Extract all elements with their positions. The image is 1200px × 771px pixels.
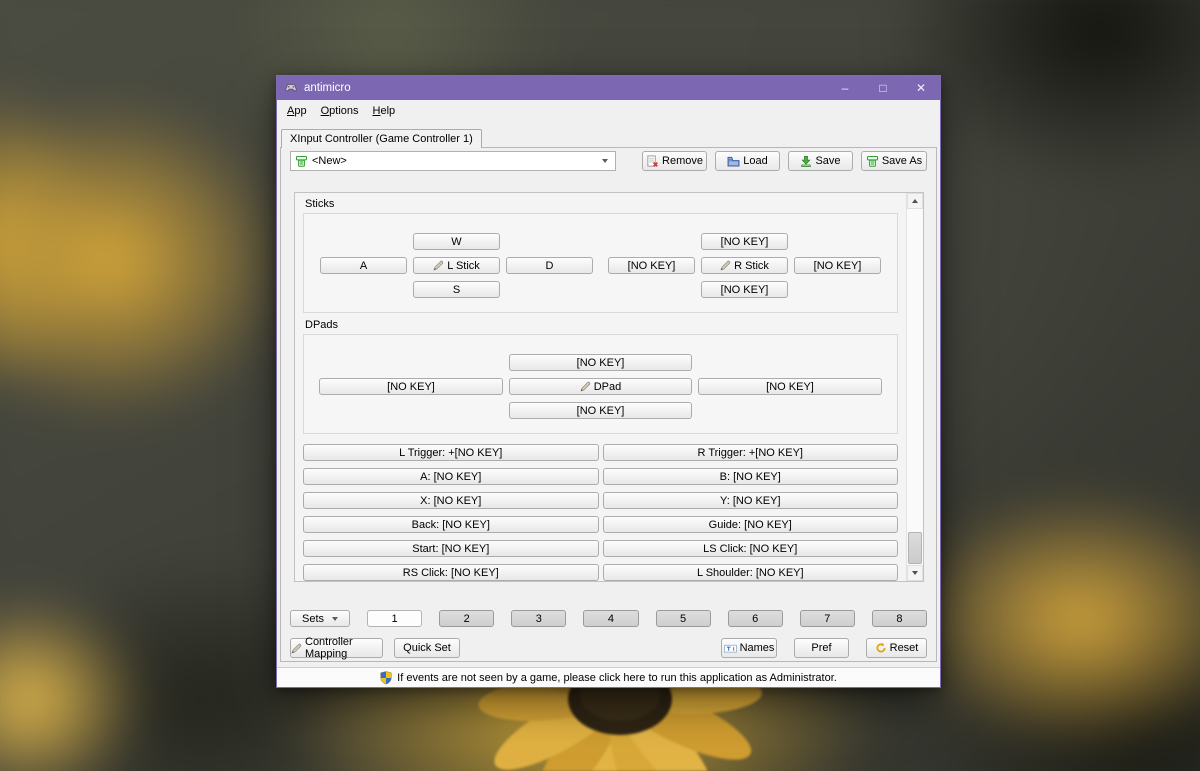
profile-combobox[interactable]: <New> (290, 151, 616, 171)
save-button[interactable]: Save (788, 151, 853, 171)
profile-selected-value: <New> (312, 155, 347, 167)
titlebar: antimicro – □ ✕ (277, 76, 940, 100)
save-as-button[interactable]: Save As (861, 151, 927, 171)
left-stick-button[interactable]: L Stick (413, 257, 500, 274)
mapping-rs-click-button[interactable]: RS Click: [NO KEY] (303, 564, 599, 581)
set-5-button[interactable]: 5 (656, 610, 711, 627)
scroll-down-button[interactable] (907, 565, 923, 581)
edit-pencil-icon (580, 381, 591, 392)
mapping-l-shoulder-button[interactable]: L Shoulder: [NO KEY] (603, 564, 899, 581)
edit-pencil-icon (720, 260, 731, 271)
statusbar-text: If events are not seen by a game, please… (397, 672, 837, 684)
names-text-field-icon (724, 643, 737, 654)
left-stick-up-button[interactable]: W (413, 233, 500, 250)
load-button[interactable]: Load (715, 151, 780, 171)
menu-app[interactable]: App (280, 103, 314, 119)
menu-options[interactable]: Options (314, 103, 366, 119)
right-stick-button[interactable]: R Stick (701, 257, 788, 274)
sets-row: Sets 1 2 3 4 5 6 7 8 (290, 610, 927, 627)
left-stick-down-button[interactable]: S (413, 281, 500, 298)
dpad-down-button[interactable]: [NO KEY] (509, 402, 692, 419)
scroll-up-button[interactable] (907, 193, 923, 209)
maximize-button[interactable]: □ (864, 76, 902, 100)
save-icon (800, 155, 812, 168)
set-7-button[interactable]: 7 (800, 610, 855, 627)
down-triangle-icon (912, 571, 918, 575)
mapping-b-button[interactable]: B: [NO KEY] (603, 468, 899, 485)
right-stick-left-button[interactable]: [NO KEY] (608, 257, 695, 274)
set-2-button[interactable]: 2 (439, 610, 494, 627)
dpad-left-button[interactable]: [NO KEY] (319, 378, 503, 395)
tab-controller[interactable]: XInput Controller (Game Controller 1) (281, 129, 482, 148)
menu-help[interactable]: Help (366, 103, 403, 119)
mapping-button-list: L Trigger: +[NO KEY] R Trigger: +[NO KEY… (303, 444, 898, 581)
right-stick-down-button[interactable]: [NO KEY] (701, 281, 788, 298)
right-stick-right-button[interactable]: [NO KEY] (794, 257, 881, 274)
mapping-x-button[interactable]: X: [NO KEY] (303, 492, 599, 509)
left-stick-right-button[interactable]: D (506, 257, 593, 274)
remove-icon (646, 155, 659, 168)
app-icon (284, 83, 298, 93)
new-profile-icon (295, 155, 308, 168)
mapping-y-button[interactable]: Y: [NO KEY] (603, 492, 899, 509)
mapping-a-button[interactable]: A: [NO KEY] (303, 468, 599, 485)
menubar: App Options Help (277, 100, 940, 121)
mapping-l-trigger-button[interactable]: L Trigger: +[NO KEY] (303, 444, 599, 461)
edit-pencil-icon (433, 260, 444, 271)
names-button[interactable]: Names (721, 638, 777, 658)
sets-menu-button[interactable]: Sets (290, 610, 350, 627)
quick-set-button[interactable]: Quick Set (394, 638, 460, 658)
left-stick-cross: W A L Stick D S (320, 233, 593, 312)
dpad-button[interactable]: DPad (509, 378, 692, 395)
mapping-ls-click-button[interactable]: LS Click: [NO KEY] (603, 540, 899, 557)
minimize-button[interactable]: – (826, 76, 864, 100)
mapping-r-trigger-button[interactable]: R Trigger: +[NO KEY] (603, 444, 899, 461)
set-6-button[interactable]: 6 (728, 610, 783, 627)
sticks-group-label: Sticks (305, 198, 906, 210)
load-folder-icon (727, 156, 740, 167)
remove-button[interactable]: Remove (642, 151, 707, 171)
chevron-down-icon (602, 159, 608, 163)
mapping-start-button[interactable]: Start: [NO KEY] (303, 540, 599, 557)
profile-row: <New> Remove Load (290, 151, 927, 171)
footer-row: Controller Mapping Quick Set Names Pref … (290, 638, 927, 658)
sticks-groupbox: W A L Stick D S [NO KEY] [NO KE (303, 213, 898, 313)
vertical-scrollbar[interactable] (906, 193, 923, 581)
set-4-button[interactable]: 4 (583, 610, 638, 627)
scrollbar-thumb[interactable] (908, 532, 922, 564)
close-button[interactable]: ✕ (902, 76, 940, 100)
dpads-groupbox: [NO KEY] [NO KEY] DPad [NO KEY] [NO KEY] (303, 334, 898, 434)
reset-button[interactable]: Reset (866, 638, 927, 658)
tab-label: XInput Controller (Game Controller 1) (290, 133, 473, 145)
reset-circular-arrow-icon (875, 642, 887, 654)
set-3-button[interactable]: 3 (511, 610, 566, 627)
scroll-content: Sticks W A L Stick D S (295, 193, 906, 581)
antimicro-window: antimicro – □ ✕ App Options Help XInput … (276, 75, 941, 688)
chevron-down-icon (332, 617, 338, 621)
pref-button[interactable]: Pref (794, 638, 849, 658)
mapping-guide-button[interactable]: Guide: [NO KEY] (603, 516, 899, 533)
edit-pencil-icon (291, 643, 302, 654)
window-title: antimicro (304, 82, 351, 94)
right-stick-cross: [NO KEY] [NO KEY] R Stick [NO KEY] [NO K… (608, 233, 881, 312)
dpads-group-label: DPads (305, 319, 906, 331)
set-8-button[interactable]: 8 (872, 610, 927, 627)
dpad-up-button[interactable]: [NO KEY] (509, 354, 692, 371)
tab-pane: <New> Remove Load (280, 147, 937, 662)
dpad-right-button[interactable]: [NO KEY] (698, 378, 882, 395)
save-as-icon (866, 155, 879, 168)
controller-mapping-button[interactable]: Controller Mapping (290, 638, 383, 658)
right-stick-up-button[interactable]: [NO KEY] (701, 233, 788, 250)
up-triangle-icon (912, 199, 918, 203)
mapping-back-button[interactable]: Back: [NO KEY] (303, 516, 599, 533)
controls-scroll-area: Sticks W A L Stick D S (294, 192, 924, 582)
left-stick-left-button[interactable]: A (320, 257, 407, 274)
set-1-button[interactable]: 1 (367, 610, 422, 627)
uac-shield-icon (380, 671, 392, 685)
statusbar-admin-notice[interactable]: If events are not seen by a game, please… (277, 667, 940, 687)
